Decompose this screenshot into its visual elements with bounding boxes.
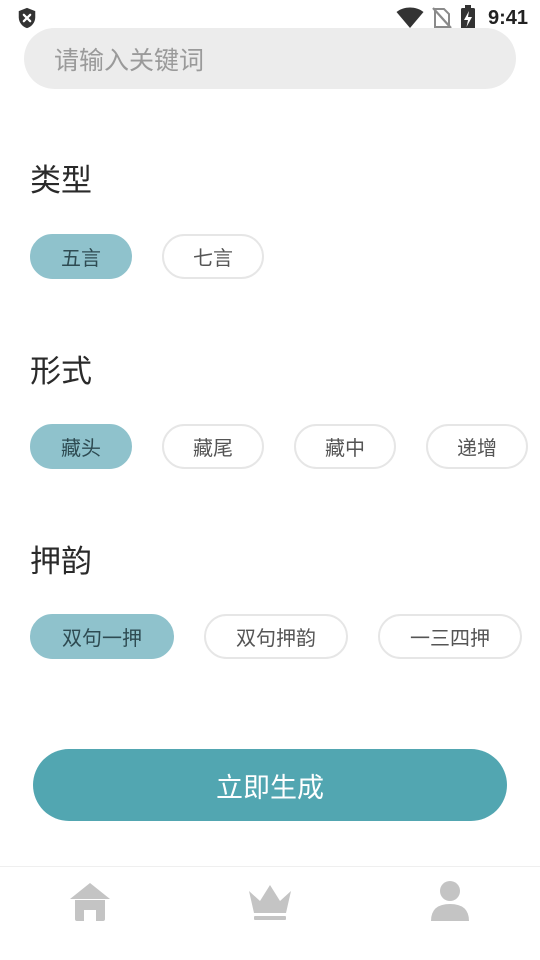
tab-vip[interactable] xyxy=(240,877,300,925)
chip-form-cangzhong[interactable]: 藏中 xyxy=(294,424,396,469)
generate-button[interactable]: 立即生成 xyxy=(33,749,507,821)
section-title-rhyme: 押韵 xyxy=(30,544,92,580)
chip-rhyme-shuangju-yiya[interactable]: 双句一押 xyxy=(30,614,174,659)
chip-form-cangwei[interactable]: 藏尾 xyxy=(162,424,264,469)
chip-type-qiyan[interactable]: 七言 xyxy=(162,234,264,279)
shield-x-icon xyxy=(18,7,36,29)
tab-home[interactable] xyxy=(60,877,120,925)
crown-icon xyxy=(249,885,291,920)
clock-time: 9:41 xyxy=(487,6,528,29)
chip-type-wuyan[interactable]: 五言 xyxy=(30,234,132,279)
section-title-type: 类型 xyxy=(30,163,92,199)
chip-rhyme-shuangju-yayun[interactable]: 双句押韵 xyxy=(204,614,348,659)
keyword-input[interactable] xyxy=(54,28,494,89)
search-box[interactable] xyxy=(24,28,516,89)
home-icon xyxy=(70,883,110,921)
section-title-form: 形式 xyxy=(30,354,92,390)
user-icon xyxy=(431,881,469,921)
no-sim-icon xyxy=(432,7,452,29)
wifi-icon xyxy=(396,7,424,28)
bottom-tab-bar xyxy=(0,866,540,960)
chip-form-cangtou[interactable]: 藏头 xyxy=(30,424,132,469)
chip-form-dizeng[interactable]: 递增 xyxy=(426,424,528,469)
tab-profile[interactable] xyxy=(420,877,480,925)
chip-rhyme-yisansi-ya[interactable]: 一三四押 xyxy=(378,614,522,659)
